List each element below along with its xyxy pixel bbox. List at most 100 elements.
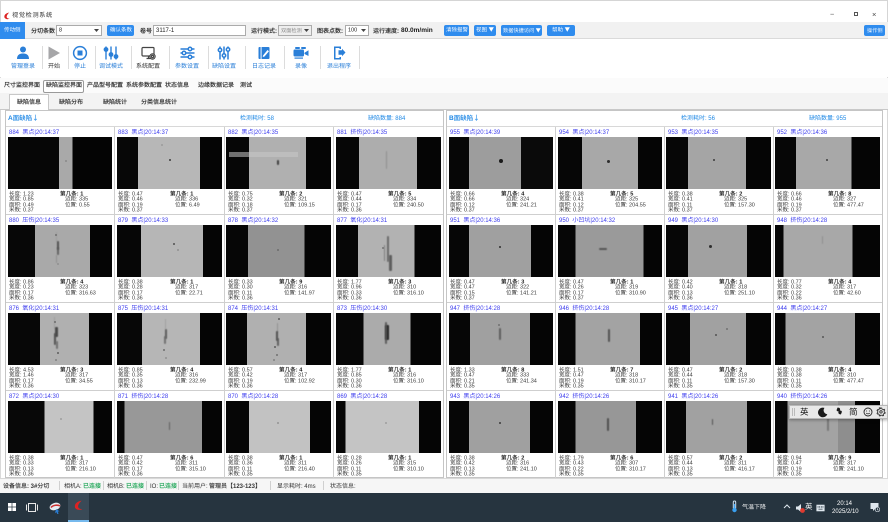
- svg-text:|20:14:26: |20:14:26: [693, 394, 719, 400]
- svg-text:950: 950: [559, 218, 570, 224]
- svg-text:875: 875: [118, 306, 129, 312]
- svg-text:3117-1: 3117-1: [156, 28, 175, 34]
- svg-text:: 157.30: : 157.30: [735, 202, 755, 208]
- svg-text:: 0.36: : 0.36: [239, 296, 253, 302]
- svg-text:943: 943: [450, 394, 461, 400]
- svg-text:|20:14:31: |20:14:31: [253, 306, 279, 312]
- svg-text:: 310.17: : 310.17: [626, 466, 646, 472]
- svg-text:: 884: : 884: [392, 116, 406, 122]
- svg-text:|20:14:27: |20:14:27: [802, 306, 828, 312]
- svg-text:877: 877: [337, 218, 348, 224]
- svg-text:|20:14:26: |20:14:26: [802, 394, 828, 400]
- svg-text:: 955: : 955: [833, 116, 847, 122]
- svg-text:: 0.36: : 0.36: [129, 296, 143, 302]
- svg-text::: :: [354, 483, 356, 489]
- svg-text:: 241.34: : 241.34: [517, 378, 537, 384]
- svg-text:: 0.37: : 0.37: [679, 208, 693, 214]
- svg-text:874: 874: [228, 306, 239, 312]
- svg-text:944: 944: [777, 306, 788, 312]
- svg-text:: 251.10: : 251.10: [735, 290, 755, 296]
- svg-text:955: 955: [450, 130, 461, 136]
- svg-text:: 0.35: : 0.35: [461, 472, 475, 478]
- svg-text:B:: B:: [119, 483, 125, 489]
- svg-text:: 416.17: : 416.17: [735, 466, 755, 472]
- svg-text:IO:: IO:: [150, 483, 158, 489]
- svg-text:|20:14:31: |20:14:31: [144, 306, 170, 312]
- svg-text:870: 870: [228, 394, 239, 400]
- svg-text:: 216.10: : 216.10: [76, 466, 96, 472]
- svg-text:881: 881: [337, 130, 348, 136]
- svg-text:80.0m/min: 80.0m/min: [401, 27, 433, 34]
- svg-text:883: 883: [118, 130, 129, 136]
- svg-text:|20:14:31: |20:14:31: [362, 218, 388, 224]
- svg-text:: 0.37: : 0.37: [461, 296, 475, 302]
- svg-text:|20:14:35: |20:14:35: [34, 218, 60, 224]
- svg-text:|20:14:26: |20:14:26: [584, 394, 610, 400]
- svg-text::: :: [206, 483, 208, 489]
- svg-text:|20:14:27: |20:14:27: [693, 306, 719, 312]
- svg-text:: 315.10: : 315.10: [186, 466, 206, 472]
- svg-text:|20:14:28: |20:14:28: [802, 218, 828, 224]
- svg-text:: 34.55: : 34.55: [76, 378, 93, 384]
- svg-text:878: 878: [228, 218, 239, 224]
- svg-text:941: 941: [668, 394, 679, 400]
- svg-text:: 0.36: : 0.36: [20, 472, 34, 478]
- svg-text:: 56: : 56: [705, 116, 716, 122]
- svg-text:: 240.50: : 240.50: [404, 202, 424, 208]
- svg-text:|20:14:37: |20:14:37: [34, 130, 60, 136]
- svg-text:879: 879: [118, 218, 129, 224]
- svg-text:2025/2/10: 2025/2/10: [832, 508, 859, 514]
- svg-text:: 0.37: : 0.37: [239, 208, 253, 214]
- svg-text:869: 869: [337, 394, 348, 400]
- svg-text:: 0.35: : 0.35: [461, 384, 475, 390]
- svg-text:|20:14:32: |20:14:32: [253, 218, 279, 224]
- svg-text:951: 951: [450, 218, 461, 224]
- svg-text:: 4ms: : 4ms: [301, 483, 316, 489]
- svg-text:|20:14:35: |20:14:35: [253, 130, 279, 136]
- svg-text:: 310.17: : 310.17: [626, 378, 646, 384]
- svg-text:: 0.37: : 0.37: [570, 208, 584, 214]
- svg-text:: 0.35: : 0.35: [570, 384, 584, 390]
- svg-text:|20:14:32: |20:14:32: [590, 218, 616, 224]
- svg-text:: 316.63: : 316.63: [76, 290, 96, 296]
- svg-text:: 0.36: : 0.36: [348, 208, 362, 214]
- svg-text:884: 884: [9, 130, 20, 136]
- svg-text:: 3#: : 3#: [27, 483, 38, 489]
- svg-text:: 316.10: : 316.10: [404, 290, 424, 296]
- svg-text:871: 871: [118, 394, 129, 400]
- svg-text:: 232.99: : 232.99: [186, 378, 206, 384]
- svg-text:: 204.55: : 204.55: [626, 202, 646, 208]
- svg-text:|20:14:37: |20:14:37: [584, 130, 610, 136]
- svg-text::: :: [397, 28, 399, 34]
- svg-text:: 141.97: : 141.97: [295, 290, 315, 296]
- svg-text:: 241.10: : 241.10: [517, 466, 537, 472]
- svg-text:873: 873: [337, 306, 348, 312]
- svg-text:876: 876: [9, 306, 20, 312]
- svg-text:948: 948: [777, 218, 788, 224]
- svg-text:: 0.36: : 0.36: [20, 296, 34, 302]
- svg-text:953: 953: [668, 130, 679, 136]
- svg-text:8: 8: [59, 28, 62, 34]
- svg-text:A:: A:: [76, 483, 82, 489]
- svg-text:|20:14:35: |20:14:35: [362, 130, 388, 136]
- svg-text:|20:14:39: |20:14:39: [475, 130, 501, 136]
- svg-text:940: 940: [777, 394, 788, 400]
- svg-text:|20:14:28: |20:14:28: [253, 394, 279, 400]
- svg-text:946: 946: [559, 306, 570, 312]
- svg-text:: 0.36: : 0.36: [348, 296, 362, 302]
- svg-text:942: 942: [559, 394, 570, 400]
- svg-text:: 0.35: : 0.35: [239, 472, 253, 478]
- svg-text:|20:14:36: |20:14:36: [802, 130, 828, 136]
- svg-text:: 0.37: : 0.37: [20, 208, 34, 214]
- svg-text:|20:14:28: |20:14:28: [584, 306, 610, 312]
- svg-text:: 0.37: : 0.37: [570, 296, 584, 302]
- svg-text:|20:14:30: |20:14:30: [362, 306, 388, 312]
- svg-text:: 157.30: : 157.30: [735, 378, 755, 384]
- svg-text:954: 954: [559, 130, 570, 136]
- svg-text:: 0.35: : 0.35: [679, 384, 693, 390]
- svg-text:945: 945: [668, 306, 679, 312]
- svg-text:: 0.37: : 0.37: [129, 208, 143, 214]
- svg-text:: 0.35: : 0.35: [570, 472, 584, 478]
- svg-text:952: 952: [777, 130, 788, 136]
- svg-text::: :: [341, 28, 343, 34]
